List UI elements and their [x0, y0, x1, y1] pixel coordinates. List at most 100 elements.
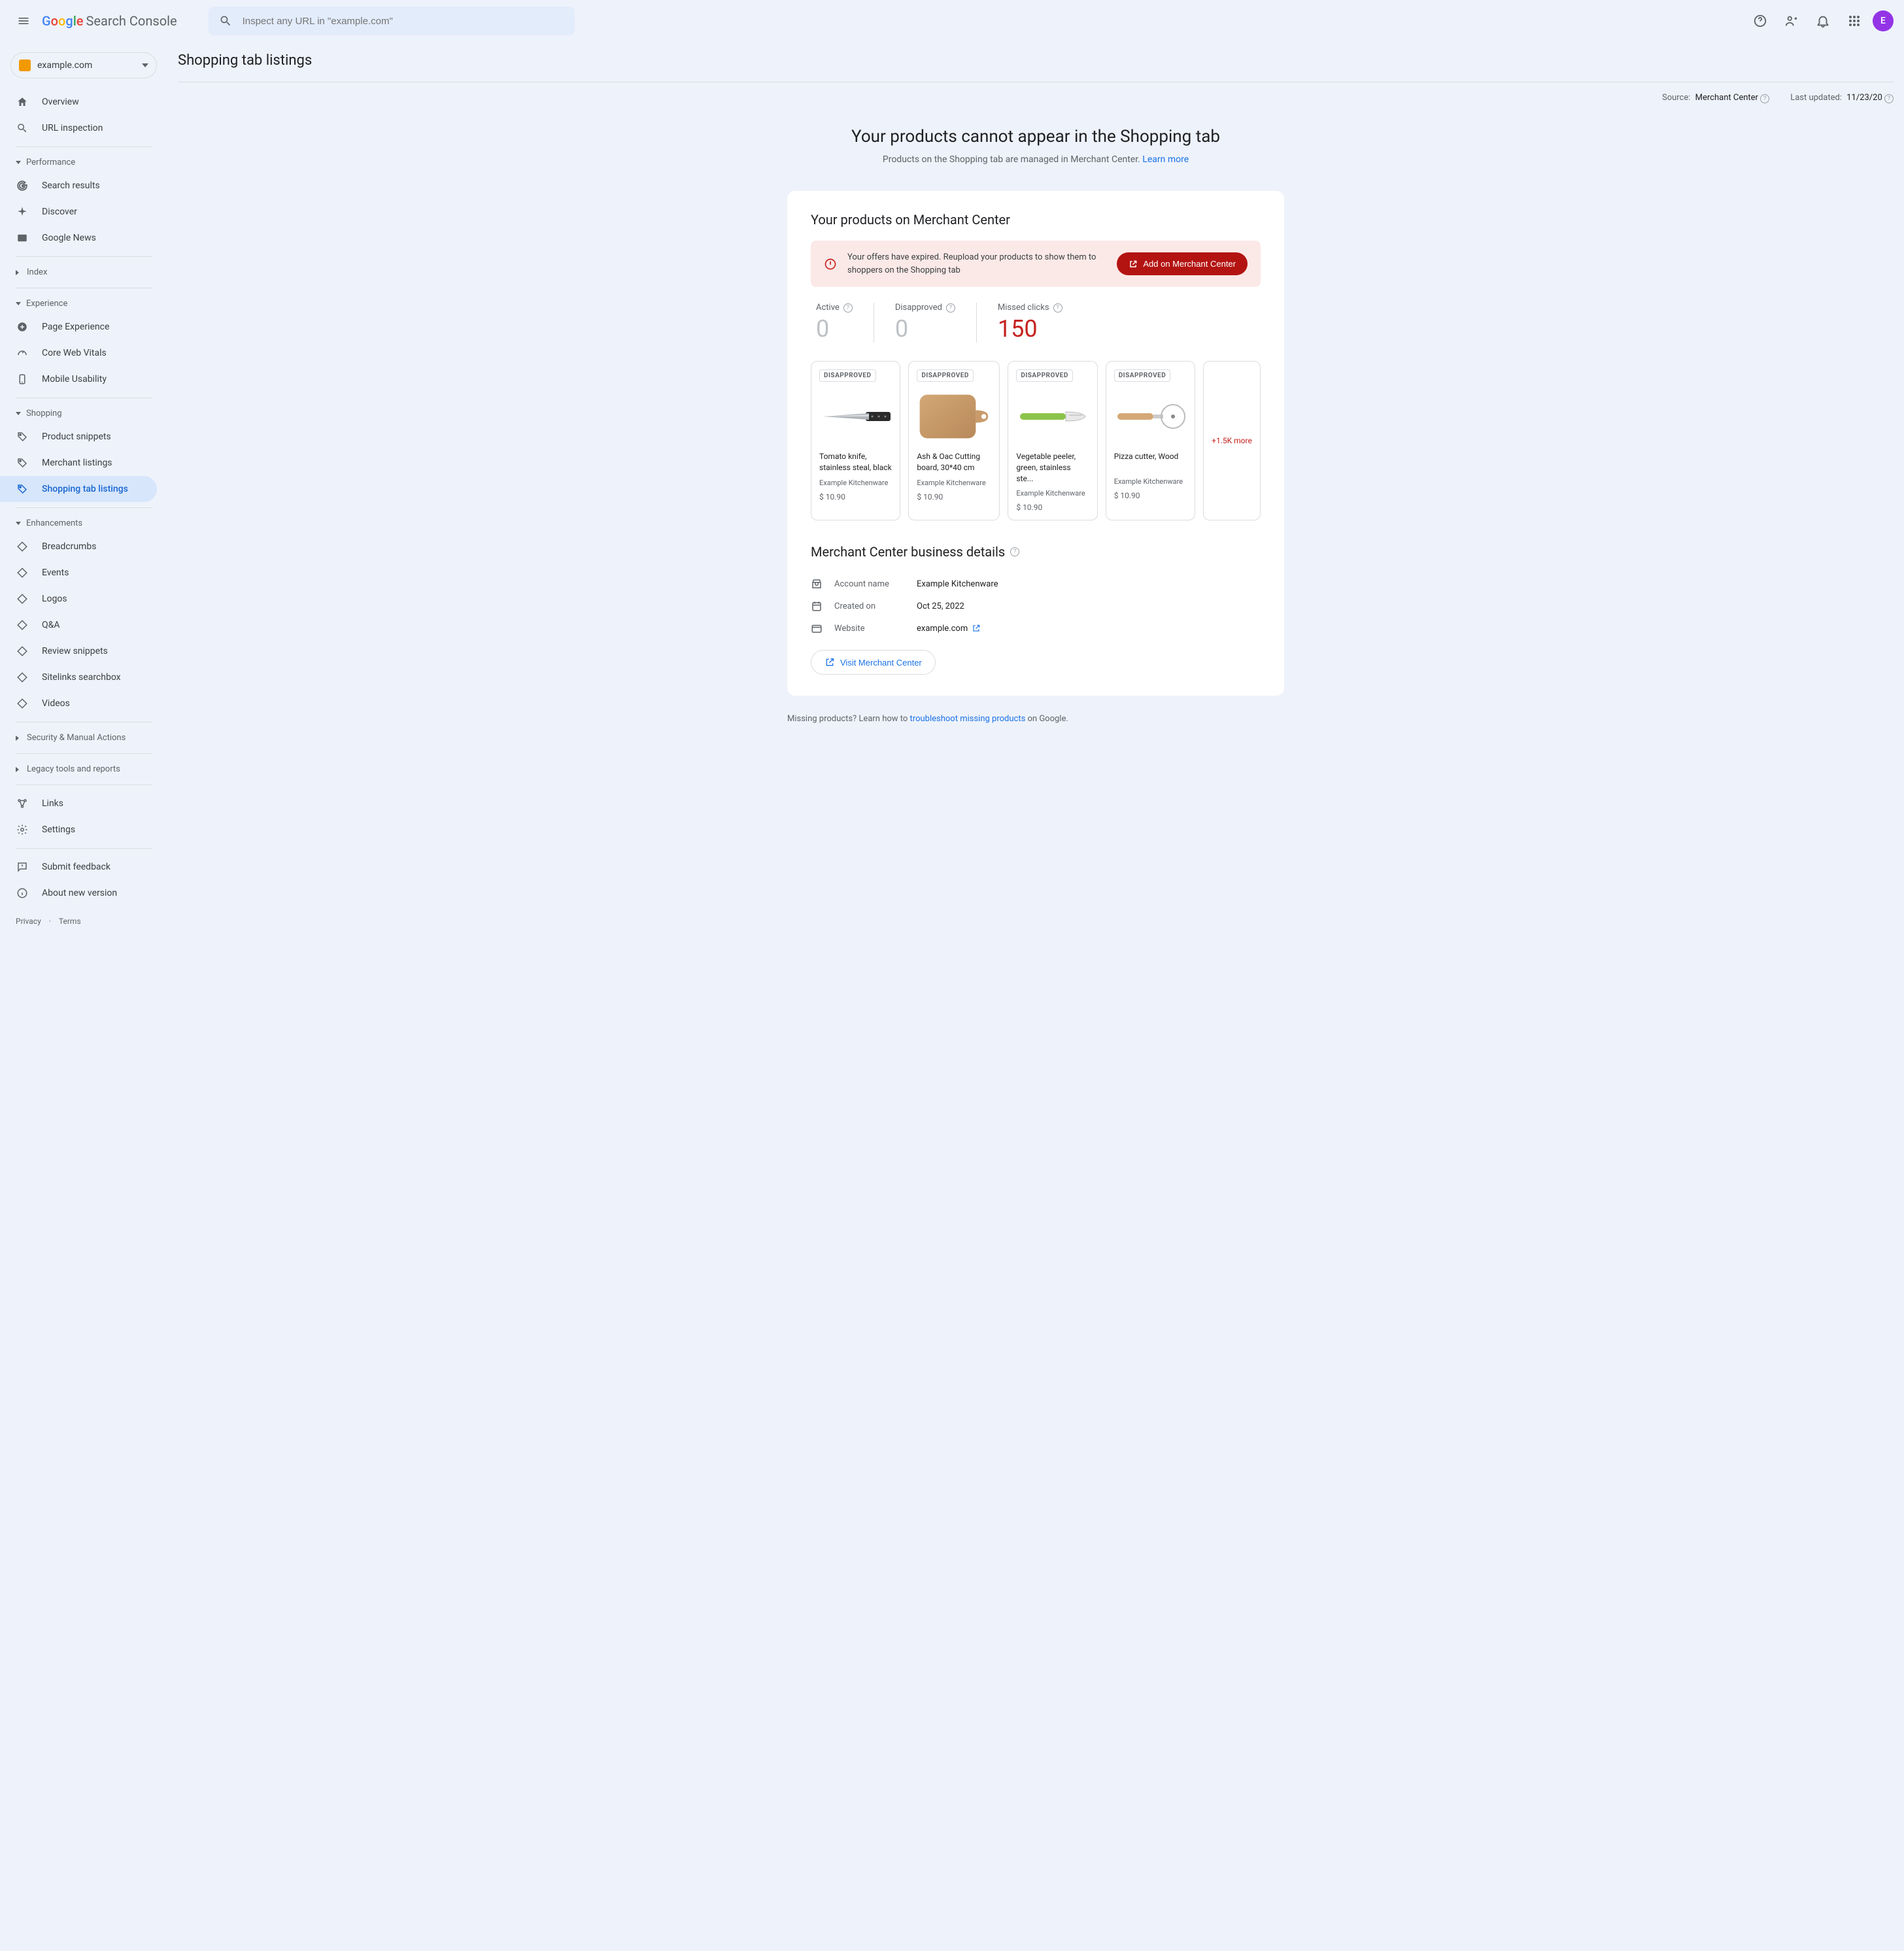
search-icon [219, 14, 232, 27]
sidebar-item-breadcrumbs[interactable]: Breadcrumbs [0, 534, 157, 560]
help-icon[interactable]: ? [1010, 547, 1019, 556]
property-name: example.com [37, 60, 135, 71]
biz-row-account: Account name Example Kitchenware [811, 573, 1261, 595]
help-icon[interactable]: ? [1884, 94, 1894, 103]
sidebar-item-sitelinks[interactable]: Sitelinks searchbox [0, 664, 157, 690]
website-link[interactable]: example.com [917, 624, 981, 634]
troubleshoot-link[interactable]: troubleshoot missing products [910, 714, 1026, 724]
footer-terms-link[interactable]: Terms [59, 917, 81, 926]
users-button[interactable] [1778, 8, 1805, 34]
expired-alert: Your offers have expired. Reupload your … [811, 241, 1261, 287]
links-icon [16, 798, 29, 809]
section-security[interactable]: Security & Manual Actions [0, 728, 167, 748]
footer-privacy-link[interactable]: Privacy [16, 917, 41, 926]
diamond-icon [16, 619, 29, 631]
stat-active: Active? 0 [811, 303, 874, 343]
status-badge: DISAPPROVED [917, 369, 974, 382]
sidebar-item-qa[interactable]: Q&A [0, 612, 157, 638]
menu-button[interactable] [10, 8, 37, 34]
sidebar-item-review-snippets[interactable]: Review snippets [0, 638, 157, 664]
url-inspect-search[interactable] [209, 7, 575, 35]
divider [16, 848, 152, 849]
business-details: Merchant Center business details ? Accou… [811, 544, 1261, 675]
users-icon [1784, 14, 1799, 28]
calendar-icon [811, 600, 824, 612]
notifications-button[interactable] [1810, 8, 1836, 34]
logo-text: Search Console [86, 13, 177, 29]
section-shopping[interactable]: Shopping [0, 403, 167, 424]
sidebar-item-logos[interactable]: Logos [0, 586, 157, 612]
tag-icon [16, 431, 29, 443]
meta-row: Source: Merchant Center ? Last updated: … [178, 82, 1894, 114]
product-grid: DISAPPROVED Tomato knife, stainless stea… [811, 361, 1261, 520]
sidebar-item-search-results[interactable]: Search results [0, 173, 157, 199]
hero-title: Your products cannot appear in the Shopp… [178, 127, 1894, 146]
help-button[interactable] [1747, 8, 1773, 34]
add-on-merchant-button[interactable]: Add on Merchant Center [1117, 252, 1248, 275]
product-card[interactable]: DISAPPROVED Tomato knife, stainless stea… [811, 361, 900, 520]
diamond-icon [16, 698, 29, 709]
product-card[interactable]: DISAPPROVED Vegetable peeler, green, sta… [1008, 361, 1097, 520]
product-image [1016, 387, 1089, 446]
learn-more-link[interactable]: Learn more [1142, 154, 1189, 165]
section-index[interactable]: Index [0, 262, 167, 282]
help-icon [1753, 14, 1767, 28]
apps-button[interactable] [1841, 8, 1867, 34]
section-experience[interactable]: Experience [0, 294, 167, 314]
section-performance[interactable]: Performance [0, 152, 167, 173]
sidebar-item-feedback[interactable]: Submit feedback [0, 854, 157, 880]
sidebar-item-product-snippets[interactable]: Product snippets [0, 424, 157, 450]
alert-text: Your offers have expired. Reupload your … [847, 251, 1106, 277]
sidebar-item-about[interactable]: About new version [0, 880, 157, 906]
stats-row: Active? 0 Disapproved? 0 Missed clicks? … [811, 303, 1261, 343]
tag-icon [16, 457, 29, 469]
sidebar-item-overview[interactable]: Overview [0, 89, 157, 115]
phone-icon [16, 373, 29, 385]
news-icon [16, 232, 29, 244]
property-icon [19, 59, 31, 71]
sidebar-item-discover[interactable]: Discover [0, 199, 157, 225]
property-selector[interactable]: example.com [10, 52, 157, 78]
search-icon [16, 122, 29, 134]
gear-icon [16, 824, 29, 836]
sidebar-item-mobile[interactable]: Mobile Usability [0, 366, 157, 392]
section-enhancements[interactable]: Enhancements [0, 513, 167, 534]
account-avatar[interactable]: E [1873, 10, 1894, 31]
hamburger-icon [17, 14, 30, 27]
help-icon[interactable]: ? [843, 303, 853, 313]
sidebar-item-url-inspection[interactable]: URL inspection [0, 115, 157, 141]
section-legacy[interactable]: Legacy tools and reports [0, 759, 167, 779]
divider [16, 753, 152, 754]
product-card[interactable]: DISAPPROVED Ash & Oac Cutting board, 30*… [908, 361, 1000, 520]
sidebar-item-google-news[interactable]: Google News [0, 225, 157, 251]
sidebar: example.com Overview URL inspection Perf… [0, 42, 167, 1951]
logo: Google Search Console [42, 13, 177, 29]
card-title: Your products on Merchant Center [811, 212, 1261, 228]
more-products-link[interactable]: +1.5K more [1203, 361, 1261, 520]
open-external-icon [972, 624, 981, 633]
product-card[interactable]: DISAPPROVED Pizza cutter, Wood Example K… [1106, 361, 1195, 520]
sidebar-item-settings[interactable]: Settings [0, 817, 157, 843]
help-icon[interactable]: ? [1760, 94, 1769, 103]
visit-merchant-button[interactable]: Visit Merchant Center [811, 650, 936, 675]
sidebar-item-videos[interactable]: Videos [0, 690, 157, 717]
sidebar-item-events[interactable]: Events [0, 560, 157, 586]
page-title: Shopping tab listings [178, 42, 1894, 82]
biz-row-created: Created on Oct 25, 2022 [811, 595, 1261, 617]
help-icon[interactable]: ? [946, 303, 955, 313]
sidebar-item-shopping-tab[interactable]: Shopping tab listings [0, 476, 157, 502]
status-badge: DISAPPROVED [819, 369, 876, 382]
product-image [1114, 387, 1187, 446]
divider [16, 146, 152, 147]
tag-icon [16, 483, 29, 495]
sidebar-item-cwv[interactable]: Core Web Vitals [0, 340, 157, 366]
products-card: Your products on Merchant Center Your of… [787, 191, 1284, 696]
discover-icon [16, 206, 29, 218]
sidebar-item-links[interactable]: Links [0, 790, 157, 817]
sidebar-item-merchant-listings[interactable]: Merchant listings [0, 450, 157, 476]
sidebar-item-page-experience[interactable]: Page Experience [0, 314, 157, 340]
hero-block: Your products cannot appear in the Shopp… [178, 127, 1894, 165]
help-icon[interactable]: ? [1053, 303, 1062, 313]
search-input[interactable] [243, 16, 564, 27]
header: Google Search Console E [0, 0, 1904, 42]
